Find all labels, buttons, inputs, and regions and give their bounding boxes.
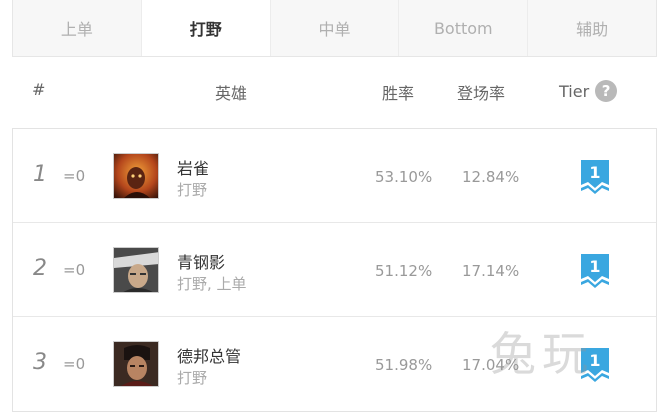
hero-role: 打野, 上单 <box>177 275 247 293</box>
tier-badge-icon: 1 <box>581 160 609 194</box>
column-tier: Tier ? <box>559 80 618 102</box>
column-rank: # <box>32 80 46 99</box>
hero-avatar[interactable] <box>113 247 159 293</box>
hero-avatar[interactable] <box>113 153 159 199</box>
column-winrate[interactable]: 胜率 <box>382 80 414 104</box>
hero-role: 打野 <box>177 181 208 199</box>
tab-top[interactable]: 上单 <box>13 0 142 56</box>
pickrate-value: 12.84% <box>462 168 520 186</box>
tier-badge-icon: 1 <box>581 254 609 288</box>
table-row[interactable]: 2 =0 青钢影 打野, 上单 51.12% 17.14% 1 <box>13 223 656 317</box>
tab-jungle[interactable]: 打野 <box>141 0 271 56</box>
hero-avatar[interactable] <box>113 341 159 387</box>
tab-bottom[interactable]: Bottom <box>399 0 529 56</box>
winrate-value: 51.98% <box>375 356 433 374</box>
winrate-value: 53.10% <box>375 168 433 186</box>
hero-name[interactable]: 岩雀 <box>177 155 209 179</box>
column-hero[interactable]: 英雄 <box>215 80 247 104</box>
tab-mid[interactable]: 中单 <box>271 0 400 56</box>
tab-support[interactable]: 辅助 <box>528 0 656 56</box>
role-tabs: 上单 打野 中单 Bottom 辅助 <box>12 0 657 57</box>
table-row[interactable]: 1 =0 岩雀 打野 53.10% 12.84% 1 <box>13 129 656 223</box>
rank-change: =0 <box>63 261 86 279</box>
tier-value: 1 <box>589 163 600 182</box>
rank-number: 2 <box>33 256 47 281</box>
rank-number: 3 <box>33 350 47 375</box>
pickrate-value: 17.14% <box>462 262 520 280</box>
help-icon[interactable]: ? <box>595 80 618 102</box>
table-header: # 英雄 胜率 登场率 Tier ? <box>12 70 657 115</box>
hero-role: 打野 <box>177 369 208 387</box>
tier-label: Tier <box>559 81 590 101</box>
watermark: 兔玩 <box>490 327 594 381</box>
tier-value: 1 <box>589 257 600 276</box>
hero-name[interactable]: 德邦总管 <box>177 343 241 367</box>
rank-change: =0 <box>63 167 86 185</box>
rank-number: 1 <box>33 162 47 187</box>
winrate-value: 51.12% <box>375 262 433 280</box>
hero-name[interactable]: 青钢影 <box>177 249 225 273</box>
rank-change: =0 <box>63 355 86 373</box>
column-pickrate[interactable]: 登场率 <box>457 80 505 104</box>
